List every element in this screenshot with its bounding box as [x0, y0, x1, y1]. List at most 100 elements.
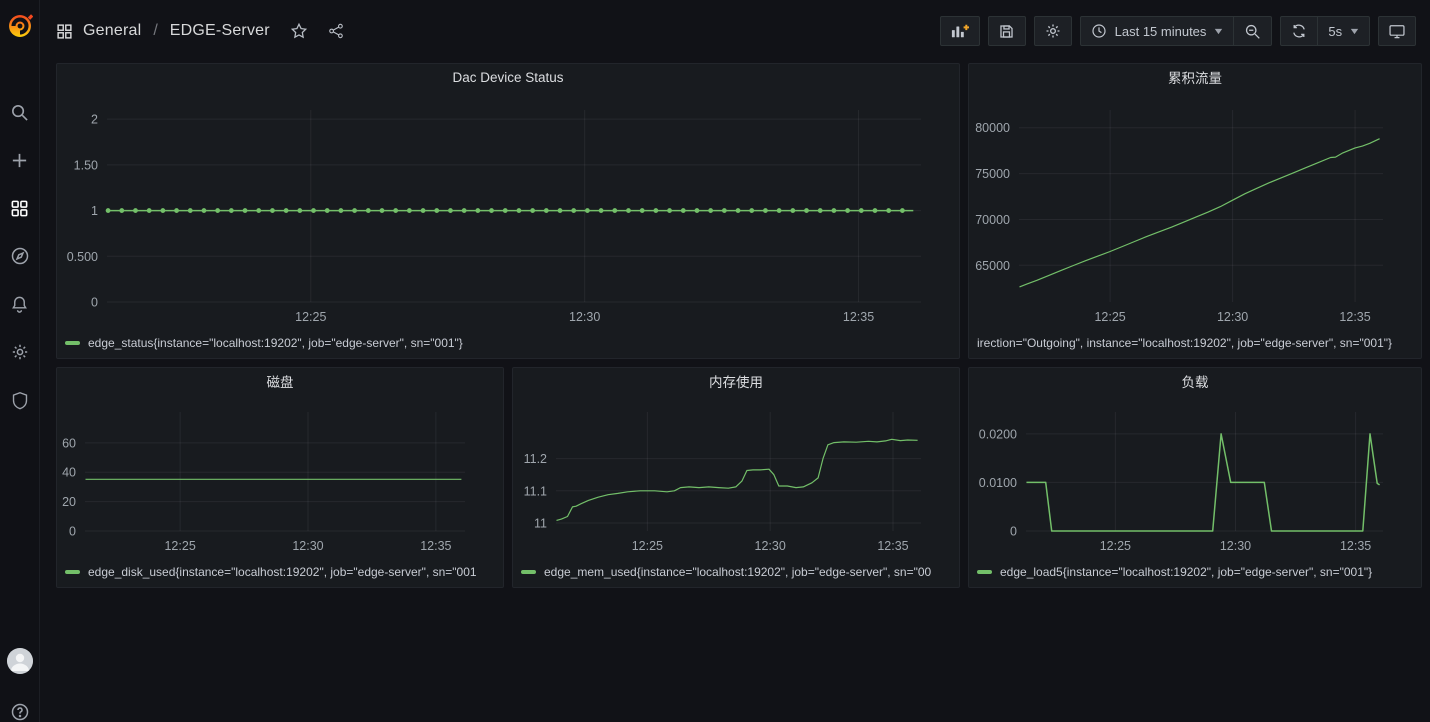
refresh-group: 5s ▼ [1280, 16, 1370, 46]
dashboard-toolbar: Last 15 minutes ▼ 5s [940, 16, 1416, 46]
panel-legend: edge_disk_used{instance="localhost:19202… [57, 563, 503, 587]
panel-load: 负载 0.0200 0.0100 0 12:25 12:30 12:35 edge_loa… [968, 367, 1422, 588]
svg-text:12:25: 12:25 [164, 539, 195, 553]
shield-icon [11, 391, 29, 410]
panel-legend: edge_status{instance="localhost:19202", … [57, 334, 959, 358]
share-dashboard-button[interactable] [328, 23, 344, 39]
disk-chart[interactable]: 604020012:2512:3012:35 [57, 394, 503, 563]
panel-cumulative-traffic: 累积流量 8000075000700006500012:2512:3012:35… [968, 63, 1422, 359]
sidebar-item-explore[interactable] [0, 232, 40, 280]
bell-icon [10, 295, 29, 314]
svg-text:2: 2 [91, 113, 98, 127]
grafana-logo-icon [7, 13, 33, 39]
load-chart[interactable]: 0.0200 0.0100 0 12:25 12:30 12:35 [969, 394, 1421, 563]
svg-text:80000: 80000 [975, 121, 1010, 135]
legend-series-marker[interactable] [65, 341, 80, 345]
svg-text:0: 0 [1010, 525, 1017, 539]
sidebar-item-alerting[interactable] [0, 280, 40, 328]
legend-series-label[interactable]: edge_load5{instance="localhost:19202", j… [1000, 565, 1372, 579]
legend-series-label[interactable]: edge_disk_used{instance="localhost:19202… [88, 565, 477, 579]
svg-text:12:25: 12:25 [1094, 310, 1125, 324]
svg-text:0.500: 0.500 [67, 250, 98, 264]
svg-text:11.2: 11.2 [524, 452, 547, 466]
svg-text:12:30: 12:30 [1220, 539, 1251, 553]
sidebar-item-create[interactable] [0, 136, 40, 184]
sidebar-item-search[interactable] [0, 88, 40, 136]
avatar-icon [7, 648, 33, 674]
panel-legend: edge_mem_used{instance="localhost:19202"… [513, 563, 959, 587]
sidebar-item-configuration[interactable] [0, 328, 40, 376]
legend-series-label[interactable]: irection="Outgoing", instance="localhost… [977, 336, 1392, 350]
help-icon [10, 702, 30, 722]
panel-title[interactable]: 累积流量 [969, 64, 1421, 90]
svg-text:12:35: 12:35 [1340, 539, 1371, 553]
svg-text:12:35: 12:35 [1339, 310, 1370, 324]
sidebar [0, 0, 40, 722]
panel-title[interactable]: 内存使用 [513, 368, 959, 394]
save-dashboard-button[interactable] [988, 16, 1026, 46]
grafana-dashboard: General / EDGE-Server [0, 0, 1430, 722]
star-dashboard-button[interactable] [290, 22, 308, 40]
breadcrumb-separator: / [153, 22, 157, 40]
user-avatar[interactable] [7, 648, 33, 674]
gear-icon [10, 342, 30, 362]
time-range-picker[interactable]: Last 15 minutes ▼ [1081, 17, 1234, 45]
sidebar-item-server-admin[interactable] [0, 376, 40, 424]
panel-title[interactable]: 磁盘 [57, 368, 503, 394]
breadcrumb: General / EDGE-Server [56, 22, 344, 40]
legend-series-label[interactable]: edge_status{instance="localhost:19202", … [88, 336, 463, 350]
panel-dac-device-status: Dac Device Status 21.5010.500012:2512:30… [56, 63, 960, 359]
sidebar-item-help[interactable] [0, 688, 40, 722]
breadcrumb-section[interactable]: General [83, 22, 141, 40]
svg-text:12:35: 12:35 [420, 539, 451, 553]
panel-legend: edge_load5{instance="localhost:19202", j… [969, 563, 1421, 587]
svg-text:12:30: 12:30 [292, 539, 323, 553]
grafana-logo[interactable] [0, 0, 40, 52]
memory-usage-chart[interactable]: 11.2 11.1 11 12:25 12:30 12:35 [513, 394, 959, 563]
cycle-view-mode-button[interactable] [1378, 16, 1416, 46]
legend-series-marker[interactable] [65, 570, 80, 574]
svg-text:0.0100: 0.0100 [979, 476, 1017, 490]
bar-chart-plus-icon [950, 22, 970, 40]
svg-text:11.1: 11.1 [524, 484, 547, 498]
refresh-interval-dropdown[interactable]: 5s ▼ [1317, 17, 1369, 45]
panel-title[interactable]: 负载 [969, 368, 1421, 394]
apps-grid-icon[interactable] [56, 23, 73, 40]
svg-text:65000: 65000 [975, 259, 1010, 273]
legend-series-marker[interactable] [521, 570, 536, 574]
svg-text:12:25: 12:25 [632, 539, 663, 553]
dac-device-status-chart[interactable]: 21.5010.500012:2512:3012:35 [57, 90, 959, 334]
panel-title[interactable]: Dac Device Status [57, 64, 959, 90]
panel-disk: 磁盘 604020012:2512:3012:35 edge_disk_used… [56, 367, 504, 588]
add-panel-button[interactable] [940, 16, 980, 46]
time-picker-group: Last 15 minutes ▼ [1080, 16, 1273, 46]
svg-text:0: 0 [91, 296, 98, 310]
search-icon [10, 103, 29, 122]
svg-text:12:25: 12:25 [295, 310, 326, 324]
star-icon [290, 22, 308, 40]
svg-text:75000: 75000 [975, 167, 1010, 181]
svg-text:11: 11 [534, 516, 547, 530]
legend-series-marker[interactable] [977, 570, 992, 574]
panel-memory-usage: 内存使用 11.2 11.1 11 12:25 12:30 12:35 edge_mem_… [512, 367, 960, 588]
svg-text:40: 40 [62, 466, 76, 480]
dashboard-settings-button[interactable] [1034, 16, 1072, 46]
refresh-button[interactable] [1281, 17, 1317, 45]
svg-text:1.50: 1.50 [74, 158, 98, 172]
svg-text:60: 60 [62, 436, 76, 450]
topbar: General / EDGE-Server [40, 0, 1430, 62]
cumulative-traffic-chart[interactable]: 8000075000700006500012:2512:3012:35 [969, 90, 1421, 334]
svg-text:12:30: 12:30 [755, 539, 786, 553]
svg-text:12:25: 12:25 [1100, 539, 1131, 553]
svg-text:0.0200: 0.0200 [979, 427, 1017, 441]
svg-text:12:35: 12:35 [877, 539, 908, 553]
chevron-down-icon: ▼ [1213, 26, 1225, 36]
refresh-interval-label: 5s [1328, 24, 1342, 39]
breadcrumb-dashboard-title[interactable]: EDGE-Server [170, 22, 270, 40]
clock-icon [1091, 23, 1107, 39]
svg-text:70000: 70000 [975, 213, 1010, 227]
svg-text:20: 20 [62, 495, 76, 509]
zoom-out-button[interactable] [1233, 17, 1271, 45]
legend-series-label[interactable]: edge_mem_used{instance="localhost:19202"… [544, 565, 931, 579]
sidebar-item-dashboards[interactable] [0, 184, 40, 232]
